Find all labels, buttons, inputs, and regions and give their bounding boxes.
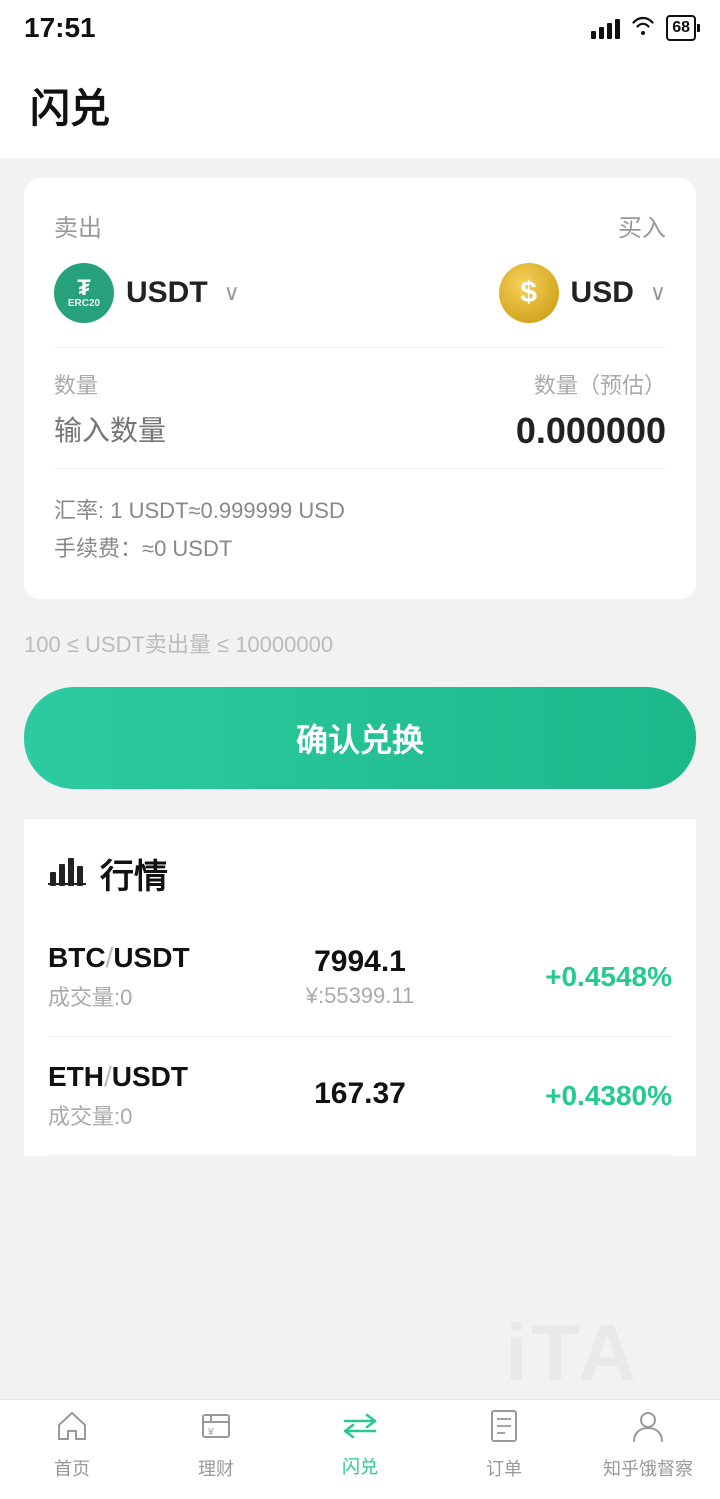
nav-profile[interactable]: 知乎饿督察: [576, 1409, 720, 1481]
ita-watermark: iTA: [505, 1307, 640, 1399]
confirm-swap-button[interactable]: 确认兑换: [24, 687, 696, 789]
status-bar: 17:51 68: [0, 0, 720, 56]
estimated-value: 0.000000: [516, 410, 666, 452]
to-token-name: USD: [571, 276, 634, 310]
market-item-center-btc: 7994.1 ¥:55399.11: [256, 945, 464, 1009]
btc-pair: BTC/USDT: [48, 942, 256, 974]
status-icons: 68: [591, 15, 696, 41]
market-section: 行情 BTC/USDT 成交量:0 7994.1 ¥:55399.11 +0.4…: [24, 819, 696, 1156]
market-title: 行情: [100, 849, 168, 898]
market-item-left-eth: ETH/USDT 成交量:0: [48, 1061, 256, 1131]
btc-volume: 成交量:0: [48, 980, 256, 1012]
nav-order-label: 订单: [486, 1455, 522, 1481]
market-item-btc[interactable]: BTC/USDT 成交量:0 7994.1 ¥:55399.11 +0.4548…: [48, 918, 672, 1037]
nav-finance[interactable]: ¥ 理财: [144, 1409, 288, 1481]
main-content: 卖出 买入 ₮ ERC20 USDT ∨ $ USD: [0, 158, 720, 1286]
user-icon: [632, 1409, 664, 1449]
btc-cny: ¥:55399.11: [256, 983, 464, 1009]
quantity-input-row: 0.000000: [54, 410, 666, 469]
eth-price: 167.37: [256, 1077, 464, 1111]
nav-profile-label: 知乎饿督察: [603, 1455, 693, 1481]
status-time: 17:51: [24, 12, 96, 44]
usdt-icon: ₮ ERC20: [54, 263, 114, 323]
finance-icon: ¥: [199, 1409, 233, 1449]
sell-label: 卖出: [54, 208, 102, 243]
battery-icon: 68: [666, 15, 696, 41]
market-item-eth[interactable]: ETH/USDT 成交量:0 167.37 +0.4380%: [48, 1037, 672, 1156]
nav-home[interactable]: 首页: [0, 1409, 144, 1481]
market-chart-icon: [48, 852, 86, 895]
svg-text:¥: ¥: [207, 1427, 214, 1438]
nav-home-label: 首页: [54, 1455, 90, 1481]
quantity-est-label: 数量（预估）: [534, 368, 666, 400]
eth-volume: 成交量:0: [48, 1099, 256, 1131]
market-header: 行情: [48, 849, 672, 898]
nav-finance-label: 理财: [198, 1455, 234, 1481]
bottom-nav: 首页 ¥ 理财 闪兑: [0, 1399, 720, 1499]
fee-info: 手续费：≈0 USDT: [54, 531, 666, 563]
order-icon: [489, 1409, 519, 1449]
rate-info: 汇率: 1 USDT≈0.999999 USD 手续费：≈0 USDT: [54, 493, 666, 563]
quantity-label-row: 数量 数量（预估）: [54, 368, 666, 400]
from-token-chevron[interactable]: ∨: [224, 280, 240, 306]
to-token-chevron[interactable]: ∨: [650, 280, 666, 306]
btc-price: 7994.1: [256, 945, 464, 979]
page-header: 闪兑: [0, 56, 720, 158]
signal-icon: [591, 17, 620, 39]
sell-buy-row: 卖出 买入: [54, 208, 666, 243]
wifi-icon: [630, 15, 656, 41]
eth-pair: ETH/USDT: [48, 1061, 256, 1093]
nav-swap[interactable]: 闪兑: [288, 1411, 432, 1479]
nav-order[interactable]: 订单: [432, 1409, 576, 1481]
limit-note: 100 ≤ USDT卖出量 ≤ 10000000: [24, 615, 696, 663]
from-token-selector[interactable]: ₮ ERC20 USDT ∨: [54, 263, 240, 323]
quantity-input[interactable]: [54, 415, 516, 447]
market-item-center-eth: 167.37: [256, 1077, 464, 1115]
page-title: 闪兑: [30, 87, 110, 131]
quantity-label: 数量: [54, 368, 98, 400]
from-token-name: USDT: [126, 276, 208, 310]
home-icon: [55, 1409, 89, 1449]
btc-change: +0.4548%: [464, 961, 672, 993]
eth-change: +0.4380%: [464, 1080, 672, 1112]
to-token-selector[interactable]: $ USD ∨: [499, 263, 666, 323]
nav-swap-label: 闪兑: [342, 1453, 378, 1479]
usd-coin-icon: $: [499, 263, 559, 323]
exchange-rate: 汇率: 1 USDT≈0.999999 USD: [54, 493, 666, 525]
buy-label: 买入: [618, 208, 666, 243]
swap-card: 卖出 买入 ₮ ERC20 USDT ∨ $ USD: [24, 178, 696, 599]
divider-1: [54, 347, 666, 348]
swap-icon: [341, 1411, 379, 1447]
market-item-left-btc: BTC/USDT 成交量:0: [48, 942, 256, 1012]
token-selector-row: ₮ ERC20 USDT ∨ $ USD ∨: [54, 263, 666, 323]
